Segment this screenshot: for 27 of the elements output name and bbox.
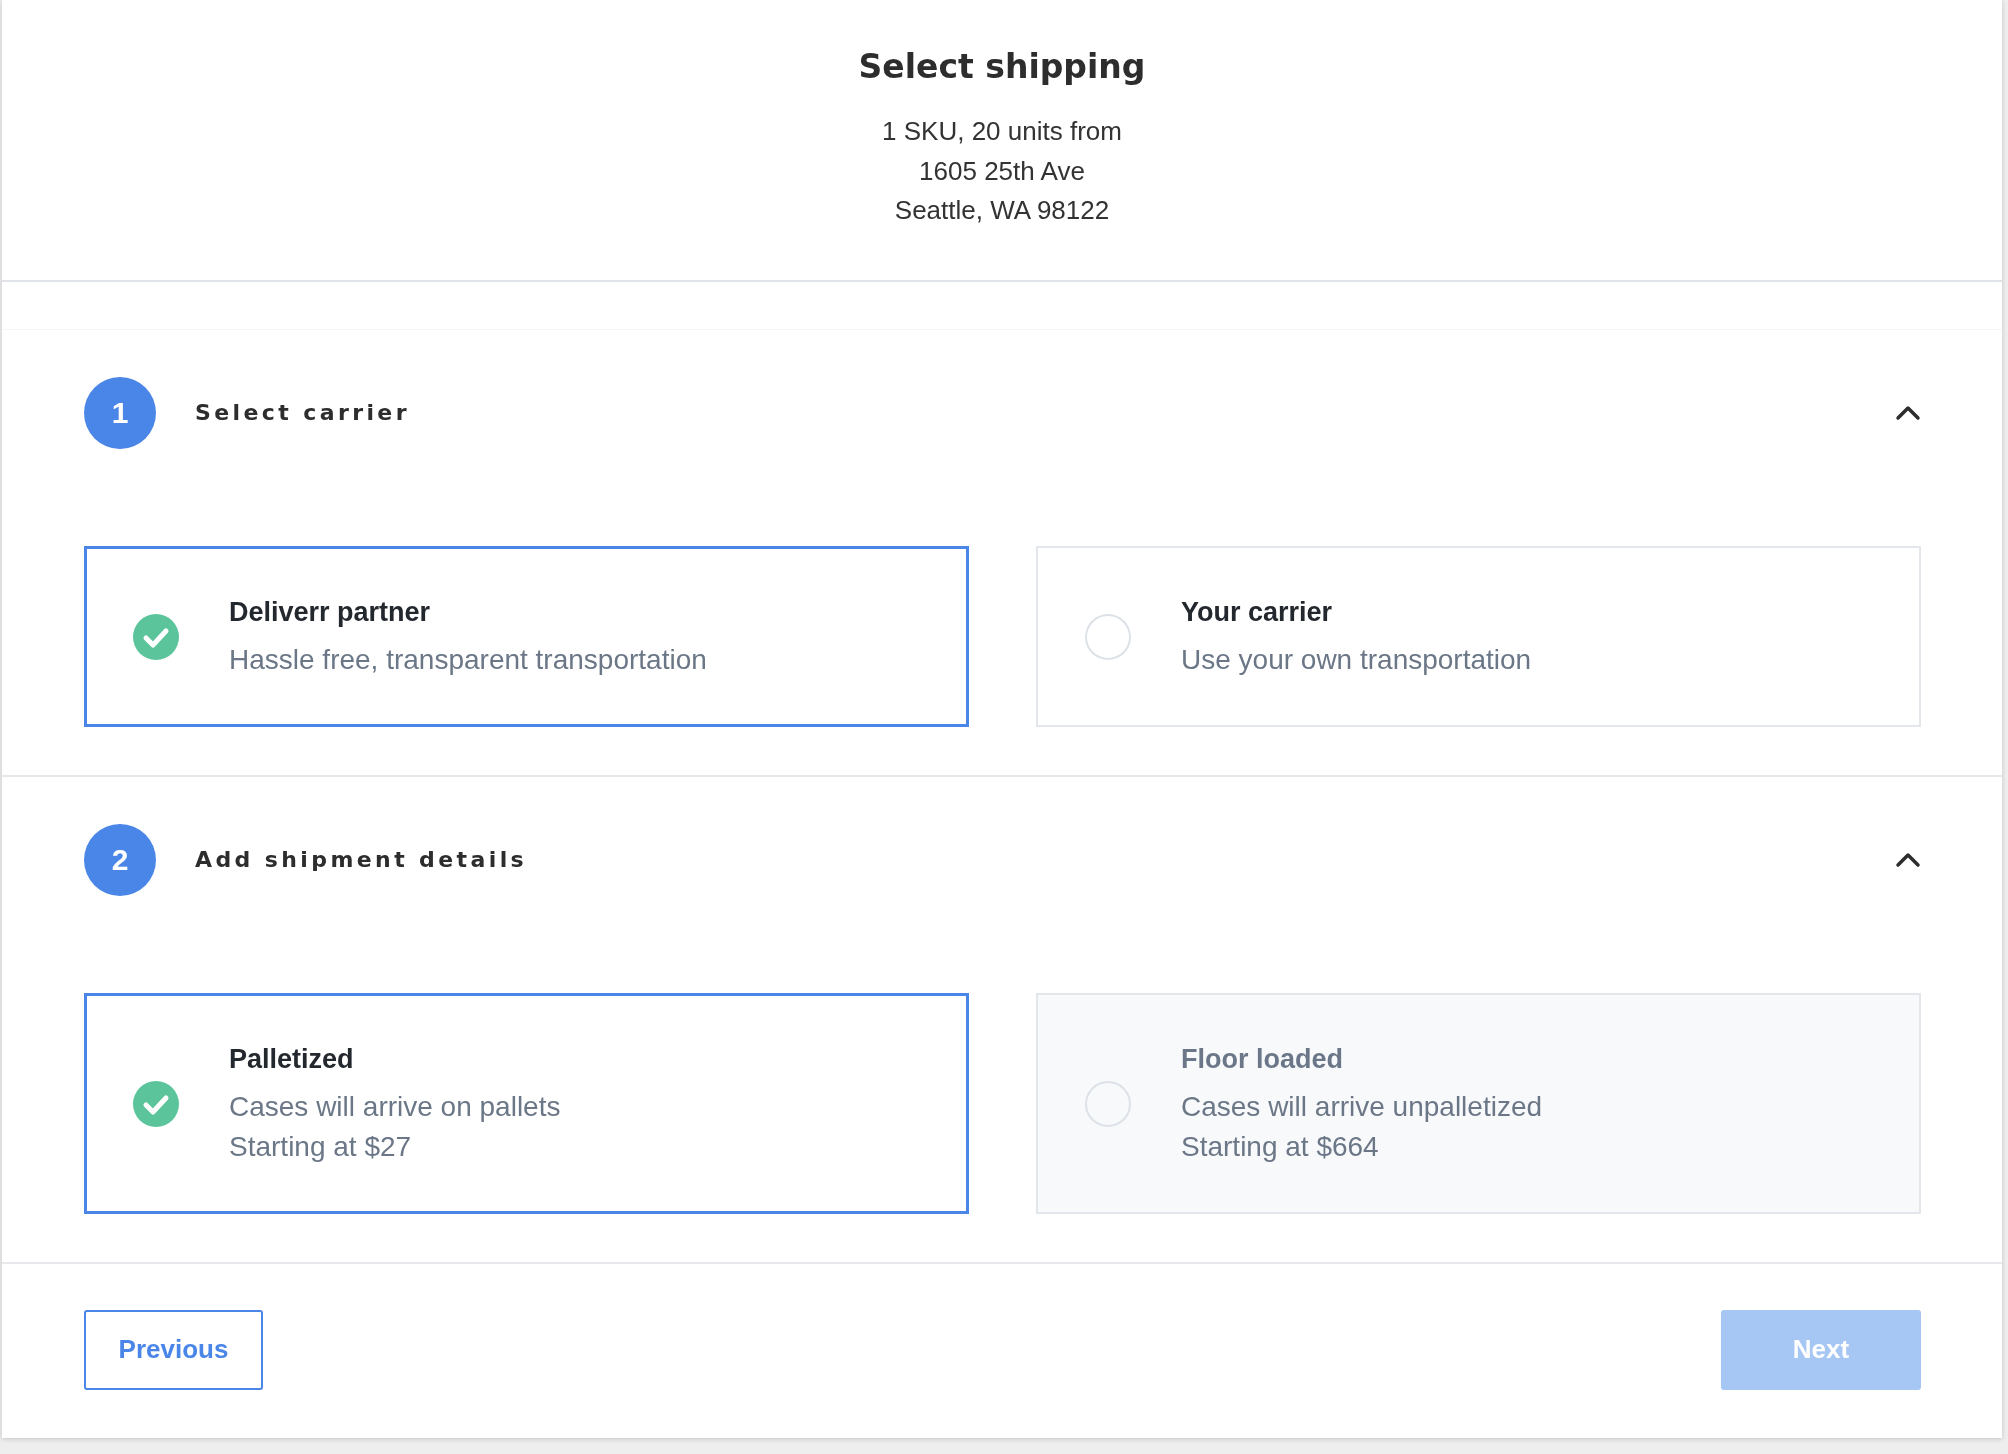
option-description: Hassle free, transparent transportation — [229, 642, 707, 677]
option-description: Starting at $27 — [229, 1129, 413, 1164]
page-title: Select shipping — [858, 46, 1146, 88]
chevron-up-icon[interactable] — [1895, 404, 1921, 421]
option-description: Starting at $664 — [1181, 1129, 1380, 1164]
option-card[interactable]: Deliverr partner Hassle free, transparent transportation — [84, 545, 969, 727]
section-title: Select carrier — [195, 400, 410, 425]
chevron-up-icon[interactable] — [1895, 851, 1921, 868]
option-description: Cases will arrive on pallets — [229, 1089, 561, 1124]
check-circle-icon — [133, 1080, 179, 1127]
summary-text: 1605 25th Ave — [919, 154, 1085, 188]
step-number: 1 — [84, 376, 156, 449]
option-title: Deliverr partner — [229, 595, 432, 629]
previous-button[interactable]: Previous — [84, 1309, 263, 1390]
summary-text: 1 SKU, 20 units from — [882, 115, 1122, 148]
step-number: 2 — [84, 823, 156, 896]
option-card[interactable]: Your carrier Use your own transportation — [1036, 545, 1921, 727]
check-circle-icon — [133, 613, 179, 660]
summary-text: Seattle, WA 98122 — [894, 194, 1110, 227]
option-title: Your carrier — [1181, 595, 1334, 629]
option-title: Palletized — [229, 1042, 355, 1076]
option-description: Use your own transportation — [1181, 642, 1532, 677]
radio-icon[interactable] — [1085, 613, 1131, 660]
section-title: Add shipment details — [195, 847, 528, 872]
option-card[interactable]: Palletized Cases will arrive on pallets Starting at $27 — [84, 992, 969, 1214]
option-description: Cases will arrive unpalletized — [1181, 1089, 1543, 1124]
option-title: Floor loaded — [1181, 1042, 1344, 1076]
